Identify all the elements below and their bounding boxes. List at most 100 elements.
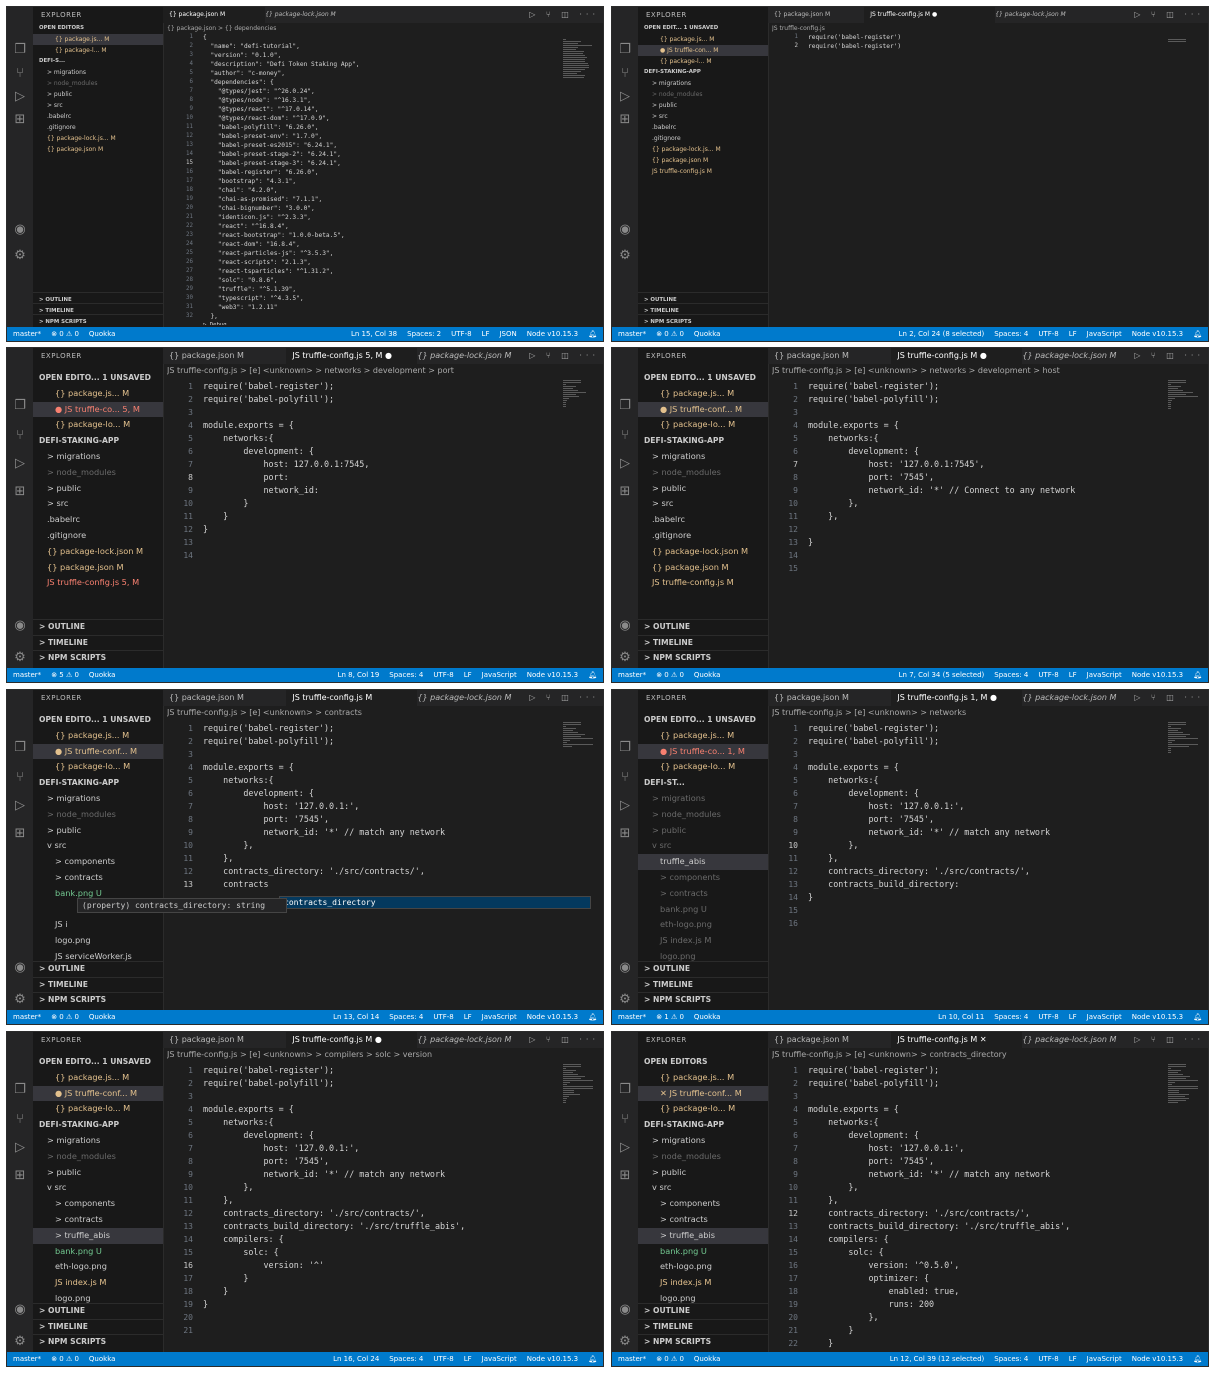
explorer-item[interactable]: JS index.js M bbox=[33, 1275, 163, 1291]
status-eol[interactable]: LF bbox=[1069, 671, 1077, 679]
extensions-icon[interactable]: ⊞ bbox=[617, 1168, 633, 1184]
run-debug-icon[interactable]: ▷ bbox=[12, 456, 28, 472]
account-icon[interactable]: ◉ bbox=[617, 1302, 633, 1318]
status-spaces[interactable]: Spaces: 4 bbox=[994, 1013, 1028, 1021]
editor-tab[interactable]: {} package.json M bbox=[163, 1032, 292, 1048]
sidebar-bottom-section[interactable]: > NPM SCRIPTS bbox=[33, 650, 163, 665]
status-quokka[interactable]: Quokka bbox=[694, 1013, 721, 1021]
status-pos[interactable]: Ln 12, Col 39 (12 selected) bbox=[890, 1355, 985, 1363]
explorer-item[interactable]: > node_modules bbox=[638, 1149, 768, 1165]
explorer-item[interactable]: > node_modules bbox=[638, 89, 768, 100]
status-enc[interactable]: UTF-8 bbox=[1038, 1013, 1058, 1021]
debug-codelens[interactable]: ▷ Debug bbox=[203, 321, 227, 325]
status-spaces[interactable]: Spaces: 4 bbox=[994, 671, 1028, 679]
editor-actions-icon[interactable]: ▷ ⑂ ◫ ··· bbox=[1134, 348, 1204, 364]
files-icon[interactable]: ❐ bbox=[617, 1082, 633, 1098]
explorer-item[interactable]: > migrations bbox=[638, 791, 768, 807]
explorer-item[interactable]: {} package-lock.js... M bbox=[638, 144, 768, 155]
explorer-item[interactable]: > migrations bbox=[33, 1133, 163, 1149]
explorer-item[interactable]: > components bbox=[638, 1196, 768, 1212]
explorer-section-header[interactable]: DEFI-STAKING-APP bbox=[33, 433, 163, 449]
status-lang[interactable]: JavaScript bbox=[1087, 1013, 1122, 1021]
explorer-item[interactable]: {} package.js... M bbox=[638, 34, 768, 45]
editor-tab[interactable]: {} package.json M bbox=[163, 7, 266, 23]
gear-icon[interactable]: ⚙ bbox=[12, 650, 28, 666]
sidebar-bottom-section[interactable]: > NPM SCRIPTS bbox=[638, 1334, 768, 1349]
status-branch[interactable]: master* bbox=[618, 1013, 646, 1021]
explorer-item[interactable]: {} package.json M bbox=[33, 144, 163, 155]
explorer-item[interactable]: > migrations bbox=[33, 791, 163, 807]
explorer-item[interactable]: .gitignore bbox=[33, 528, 163, 544]
minimap[interactable] bbox=[1166, 722, 1206, 762]
editor-actions-icon[interactable]: ▷ ⑂ ◫ ··· bbox=[1134, 1032, 1204, 1048]
editor-tab[interactable]: JS truffle-config.js M ● bbox=[286, 1032, 418, 1048]
source-control-icon[interactable]: ⑂ bbox=[617, 66, 633, 82]
minimap[interactable] bbox=[1166, 39, 1206, 79]
sidebar-bottom-section[interactable]: > TIMELINE bbox=[33, 634, 163, 650]
source-control-icon[interactable]: ⑂ bbox=[617, 428, 633, 444]
status-quokka[interactable]: Quokka bbox=[89, 330, 116, 338]
status-node[interactable]: Node v10.15.3 bbox=[527, 1355, 578, 1363]
status-lang[interactable]: JavaScript bbox=[482, 671, 517, 679]
status-branch[interactable]: master* bbox=[618, 671, 646, 679]
editor-tab[interactable]: {} package.json M bbox=[768, 1032, 897, 1048]
status-lang[interactable]: JavaScript bbox=[1087, 330, 1122, 338]
code-editor[interactable]: 1 require('babel-register'); 2 require('bab… bbox=[768, 722, 1192, 1008]
explorer-item[interactable]: {} package-lo... M bbox=[638, 417, 768, 433]
explorer-item[interactable]: JS i bbox=[33, 917, 163, 933]
gear-icon[interactable]: ⚙ bbox=[12, 248, 28, 264]
explorer-item[interactable]: {} package-lock.js... M bbox=[33, 133, 163, 144]
editor-tab[interactable]: {} package-lock.json M bbox=[411, 348, 542, 364]
gear-icon[interactable]: ⚙ bbox=[617, 650, 633, 666]
explorer-item[interactable]: ● JS truffle-conf... M bbox=[33, 1085, 163, 1102]
editor-actions-icon[interactable]: ▷ ⑂ ◫ ··· bbox=[529, 1032, 599, 1048]
sidebar-bottom-section[interactable]: > TIMELINE bbox=[638, 1318, 768, 1334]
explorer-section-header[interactable]: OPEN EDITO... 1 UNSAVED bbox=[33, 370, 163, 386]
explorer-item[interactable]: {} package.js... M bbox=[638, 1070, 768, 1086]
explorer-item[interactable]: eth-logo.png bbox=[638, 917, 768, 933]
notifications-icon[interactable]: 🔔︎ bbox=[588, 330, 597, 338]
extensions-icon[interactable]: ⊞ bbox=[617, 826, 633, 842]
run-debug-icon[interactable]: ▷ bbox=[12, 798, 28, 814]
explorer-item[interactable]: > src bbox=[33, 100, 163, 111]
status-problems[interactable]: ⊗ 0 ⚠ 0 bbox=[51, 1013, 79, 1021]
code-editor[interactable]: 1 require('babel-register'); 2 require('bab… bbox=[163, 1064, 587, 1350]
explorer-item[interactable]: .babelrc bbox=[33, 111, 163, 122]
explorer-item[interactable]: .gitignore bbox=[33, 122, 163, 133]
files-icon[interactable]: ❐ bbox=[12, 398, 28, 414]
extensions-icon[interactable]: ⊞ bbox=[12, 484, 28, 500]
explorer-item[interactable]: truffle_abis bbox=[638, 854, 768, 870]
sidebar-bottom-section[interactable]: > TIMELINE bbox=[33, 976, 163, 992]
status-node[interactable]: Node v10.15.3 bbox=[527, 671, 578, 679]
editor-tab[interactable]: {} package-lock.json M bbox=[1016, 1032, 1147, 1048]
status-spaces[interactable]: Spaces: 4 bbox=[994, 330, 1028, 338]
status-quokka[interactable]: Quokka bbox=[694, 1355, 721, 1363]
explorer-item[interactable]: {} package-lock.json M bbox=[638, 544, 768, 560]
code-editor[interactable]: 1 require('babel-register') 2 require('babe… bbox=[768, 33, 1192, 325]
extensions-icon[interactable]: ⊞ bbox=[12, 826, 28, 842]
status-problems[interactable]: ⊗ 0 ⚠ 0 bbox=[51, 1355, 79, 1363]
run-debug-icon[interactable]: ▷ bbox=[12, 1140, 28, 1156]
explorer-item[interactable]: > migrations bbox=[33, 449, 163, 465]
explorer-item[interactable]: v src bbox=[638, 1180, 768, 1196]
source-control-icon[interactable]: ⑂ bbox=[12, 1112, 28, 1128]
sidebar-bottom-section[interactable]: > OUTLINE bbox=[33, 961, 163, 976]
status-spaces[interactable]: Spaces: 2 bbox=[407, 330, 441, 338]
gear-icon[interactable]: ⚙ bbox=[617, 992, 633, 1008]
explorer-item[interactable]: .gitignore bbox=[638, 133, 768, 144]
explorer-item[interactable]: > public bbox=[638, 100, 768, 111]
explorer-item[interactable]: > components bbox=[33, 1196, 163, 1212]
explorer-item[interactable]: > node_modules bbox=[33, 78, 163, 89]
status-enc[interactable]: UTF-8 bbox=[433, 1013, 453, 1021]
status-node[interactable]: Node v10.15.3 bbox=[1132, 330, 1183, 338]
explorer-item[interactable]: > migrations bbox=[33, 67, 163, 78]
explorer-item[interactable]: JS truffle-config.js 5, M bbox=[33, 575, 163, 591]
explorer-section-header[interactable]: OPEN EDITO... 1 UNSAVED bbox=[33, 712, 163, 728]
explorer-item[interactable]: {} package-lo... M bbox=[33, 417, 163, 433]
minimap[interactable] bbox=[561, 722, 601, 762]
status-problems[interactable]: ⊗ 0 ⚠ 0 bbox=[656, 330, 684, 338]
status-pos[interactable]: Ln 10, Col 11 bbox=[938, 1013, 984, 1021]
run-debug-icon[interactable]: ▷ bbox=[617, 1140, 633, 1156]
status-eol[interactable]: LF bbox=[1069, 330, 1077, 338]
notifications-icon[interactable]: 🔔︎ bbox=[1193, 1013, 1202, 1021]
